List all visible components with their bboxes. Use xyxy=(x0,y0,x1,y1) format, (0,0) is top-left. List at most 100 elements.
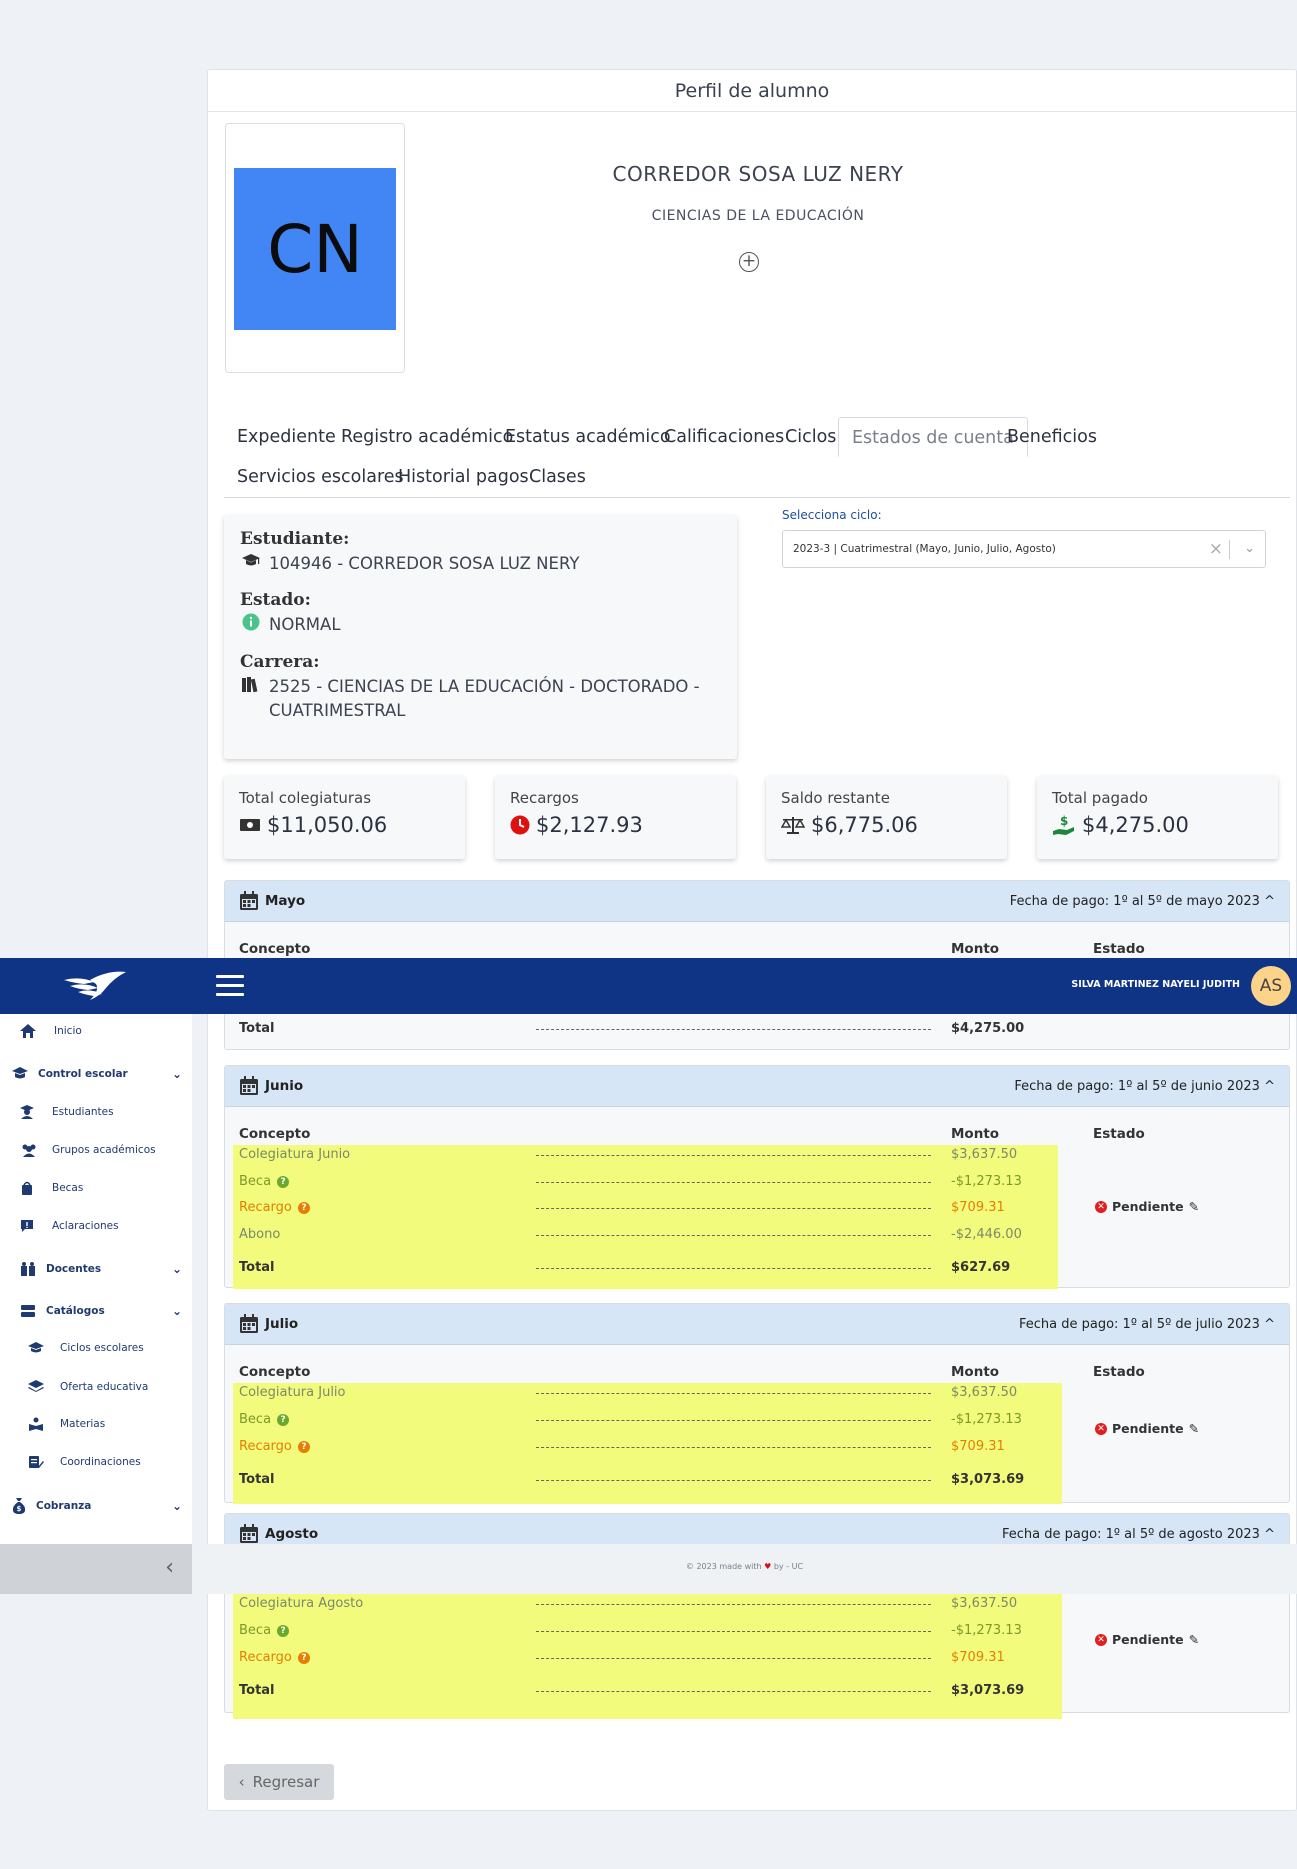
status-pendiente: ✕ Pendiente ✎ xyxy=(1095,1199,1199,1214)
pencil-icon[interactable]: ✎ xyxy=(1189,1632,1199,1647)
svg-text:$: $ xyxy=(17,1505,22,1513)
chevron-up-icon: ^ xyxy=(1264,893,1275,909)
stat-label: Saldo restante xyxy=(781,789,890,807)
teacher-icon xyxy=(12,1067,28,1079)
heart-icon: ♥ xyxy=(764,1562,772,1571)
clock-icon xyxy=(510,815,530,835)
sidebar-item-control-escolar[interactable]: Control escolar ⌄ xyxy=(12,1067,182,1081)
status-pendiente: ✕ Pendiente ✎ xyxy=(1095,1632,1199,1647)
month-date: Fecha de pago: 1º al 5º de julio 2023 xyxy=(1018,1316,1260,1332)
calendar-icon xyxy=(240,891,258,910)
stat-total-pagado: Total pagado $ $4,275.00 xyxy=(1037,776,1278,859)
stat-recargos: Recargos $2,127.93 xyxy=(495,776,736,859)
student-icon xyxy=(20,1105,34,1119)
stat-value: $2,127.93 xyxy=(536,813,643,837)
avatar: CN xyxy=(234,168,396,330)
status-label: Estado: xyxy=(240,590,311,610)
status-value: NORMAL xyxy=(269,615,341,634)
hand-money-icon: $ xyxy=(1053,814,1074,835)
chevron-left-icon: ‹ xyxy=(238,1773,245,1791)
month-name: Junio xyxy=(265,1078,304,1094)
month-name: Mayo xyxy=(265,893,306,909)
footer: © 2023 made with ♥ by - UC xyxy=(192,1544,1297,1594)
sidebar-item-materias[interactable]: Materias xyxy=(28,1417,105,1431)
status-value-row: NORMAL xyxy=(240,613,721,638)
layers-icon xyxy=(28,1380,44,1392)
add-circle-icon[interactable]: + xyxy=(739,252,759,272)
cycle-select[interactable]: 2023-3 | Cuatrimestral (Mayo, Junio, Jul… xyxy=(782,530,1266,568)
pencil-icon[interactable]: ✎ xyxy=(1189,1199,1199,1214)
stat-label: Total pagado xyxy=(1052,789,1148,807)
chevron-down-icon[interactable]: ⌄ xyxy=(1244,531,1255,567)
sidebar-item-coordinaciones[interactable]: Coordinaciones xyxy=(28,1455,141,1469)
question-icon[interactable]: ? xyxy=(298,1440,311,1453)
question-icon[interactable]: ? xyxy=(277,1413,290,1426)
cycle-label: Selecciona ciclo: xyxy=(782,508,882,522)
question-icon[interactable]: ? xyxy=(277,1624,290,1637)
home-icon xyxy=(20,1024,36,1038)
month-toggle[interactable]: Fecha de pago: 1º al 5º de mayo 2023 ^ xyxy=(1010,894,1275,909)
col-concepto: Concepto xyxy=(239,1126,311,1142)
sidebar-item-becas[interactable]: Becas xyxy=(20,1181,83,1195)
col-estado: Estado xyxy=(1093,1126,1145,1142)
stat-total-colegiaturas: Total colegiaturas $11,050.06 xyxy=(224,776,465,859)
eagle-logo[interactable] xyxy=(60,968,130,1004)
tab-clases[interactable]: Clases xyxy=(516,457,599,497)
month-date: Fecha de pago: 1º al 5º de agosto 2023 xyxy=(1002,1526,1260,1542)
month-date: Fecha de pago: 1º al 5º de mayo 2023 xyxy=(1009,893,1260,909)
server-icon xyxy=(21,1305,35,1317)
student-label: Estudiante: xyxy=(240,529,350,549)
calendar-icon xyxy=(240,1524,258,1543)
stat-value: $6,775.06 xyxy=(811,813,918,837)
back-button[interactable]: ‹ Regresar xyxy=(224,1764,334,1800)
users-icon xyxy=(22,1144,36,1157)
sidebar-item-oferta[interactable]: Oferta educativa xyxy=(28,1380,148,1394)
sidebar-collapse-button[interactable]: ‹ xyxy=(0,1544,192,1594)
chevron-down-icon: ⌄ xyxy=(171,1067,182,1081)
student-career: CIENCIAS DE LA EDUCACIÓN xyxy=(651,208,865,224)
stat-value: $11,050.06 xyxy=(267,813,388,837)
money-bag-icon: $ xyxy=(12,1498,26,1514)
svg-text:$: $ xyxy=(1060,814,1068,828)
question-icon[interactable]: ? xyxy=(298,1651,311,1664)
sidebar-item-inicio[interactable]: Inicio xyxy=(20,1024,82,1038)
books-icon xyxy=(240,675,262,700)
user-name[interactable]: SILVA MARTINEZ NAYELI JUDITH xyxy=(1071,979,1240,990)
stat-saldo-restante: Saldo restante $6,775.06 xyxy=(766,776,1007,859)
x-circle-icon: ✕ xyxy=(1095,1422,1107,1435)
chevron-down-icon: ⌄ xyxy=(171,1499,182,1513)
month-toggle[interactable]: Fecha de pago: 1º al 5º de julio 2023 ^ xyxy=(1019,1317,1275,1332)
clear-icon[interactable]: × xyxy=(1209,531,1223,567)
user-avatar[interactable]: AS xyxy=(1251,966,1291,1006)
calendar-icon xyxy=(240,1076,258,1095)
sidebar-item-docentes[interactable]: Docentes ⌄ xyxy=(20,1262,182,1276)
month-julio: Julio Fecha de pago: 1º al 5º de julio 2… xyxy=(224,1303,1290,1504)
info-icon xyxy=(240,613,262,638)
sidebar-item-estudiantes[interactable]: Estudiantes xyxy=(20,1105,114,1119)
x-circle-icon: ✕ xyxy=(1095,1200,1107,1213)
month-toggle[interactable]: Fecha de pago: 1º al 5º de junio 2023 ^ xyxy=(1014,1079,1275,1094)
question-icon[interactable]: ? xyxy=(298,1201,311,1214)
hamburger-menu-icon[interactable] xyxy=(216,975,244,997)
sidebar-item-catalogos[interactable]: Catálogos ⌄ xyxy=(20,1304,182,1318)
sidebar-item-cobranza[interactable]: $ Cobranza ⌄ xyxy=(12,1498,182,1514)
book-reader-icon xyxy=(29,1417,43,1431)
pencil-icon[interactable]: ✎ xyxy=(1189,1421,1199,1436)
sidebar-item-ciclos[interactable]: Ciclos escolares xyxy=(28,1342,144,1354)
avatar-box: CN xyxy=(225,123,405,373)
question-icon[interactable]: ? xyxy=(277,1175,290,1188)
chevron-up-icon: ^ xyxy=(1264,1078,1275,1094)
month-date: Fecha de pago: 1º al 5º de junio 2023 xyxy=(1014,1078,1260,1094)
month-toggle[interactable]: Fecha de pago: 1º al 5º de agosto 2023 ^ xyxy=(1002,1527,1275,1542)
student-value-row: 104946 - CORREDOR SOSA LUZ NERY xyxy=(240,552,721,576)
col-concepto: Concepto xyxy=(239,1364,311,1380)
tab-beneficios[interactable]: Beneficios xyxy=(994,417,1110,457)
month-name: Agosto xyxy=(265,1526,319,1542)
sidebar-item-aclaraciones[interactable]: Aclaraciones xyxy=(20,1219,119,1233)
col-estado: Estado xyxy=(1093,1364,1145,1380)
bag-icon xyxy=(22,1181,32,1195)
sidebar-item-grupos[interactable]: Grupos académicos xyxy=(20,1143,156,1157)
chevron-left-icon: ‹ xyxy=(165,1555,174,1580)
chevron-down-icon: ⌄ xyxy=(171,1262,182,1276)
calendar-icon xyxy=(240,1314,258,1333)
